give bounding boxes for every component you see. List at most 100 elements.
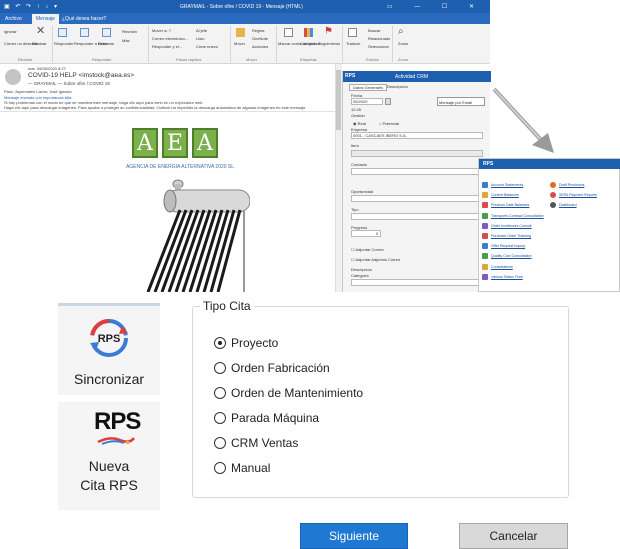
rps-menu-item[interactable]: Dashboard — [559, 203, 577, 207]
new-appointment-label-2: Cita RPS — [80, 477, 138, 493]
ribbon-divider — [276, 26, 277, 62]
crm-contacto-field[interactable] — [351, 168, 483, 175]
quick-access-toolbar[interactable]: ▣ ↶ ↷ ↑ ↓ ▾ — [4, 3, 59, 10]
translate-icon[interactable] — [348, 28, 357, 37]
new-rps-appointment-button[interactable]: RPS Nueva Cita RPS — [58, 402, 160, 510]
rps-menu-item[interactable]: Various Status Flow — [491, 275, 523, 279]
crm-hora-value[interactable]: 12:45 — [351, 107, 361, 112]
crm-categoria-field[interactable] — [351, 279, 483, 286]
crm-attach-email-checkbox[interactable]: ☐ Adjuntar Correo — [351, 247, 384, 252]
rps-menu-item[interactable]: Purchase Order Tracking — [491, 234, 531, 238]
crm-tipo-label: Tipo — [351, 207, 359, 212]
tab-mensaje[interactable]: Mensaje — [32, 14, 59, 24]
crm-tab-description[interactable]: Descripción — [387, 84, 408, 89]
zoom-icon[interactable]: ⌕ — [398, 27, 407, 37]
cancel-button[interactable]: Cancelar — [459, 523, 568, 549]
appointment-type-title: Tipo Cita — [200, 299, 254, 313]
onenote-button[interactable]: OneNote — [252, 36, 268, 41]
radio-unchecked-icon[interactable] — [214, 437, 226, 449]
info-download-images[interactable]: Haga clic aquí para descargar imágenes. … — [4, 105, 334, 110]
translate-button[interactable]: Traducir — [346, 41, 361, 46]
crm-tipo-field[interactable] — [351, 213, 483, 220]
rps-menu-item-icon — [482, 192, 488, 199]
aea-logo: A E A — [132, 128, 220, 160]
rps-menu-item[interactable]: Offer Request Inquiry — [491, 244, 525, 248]
find-button[interactable]: Buscar — [368, 28, 380, 33]
scrollbar-thumb[interactable] — [336, 70, 341, 130]
meeting-button[interactable]: Reunión — [122, 29, 137, 34]
flag-icon[interactable]: ⚑ — [324, 27, 333, 37]
rps-menu-item[interactable]: Consultations — [491, 265, 513, 269]
rps-menu-item[interactable]: Draft Provisions — [559, 183, 584, 187]
quickstep-create-new[interactable]: Crear nuevo — [196, 44, 218, 49]
radio-unchecked-icon[interactable] — [214, 412, 226, 424]
quickstep-done[interactable]: Listo — [196, 36, 204, 41]
radio-unchecked-icon[interactable] — [214, 387, 226, 399]
svg-text:RPS: RPS — [98, 333, 121, 345]
crm-attach-files-checkbox[interactable]: ☐ Adjuntar Adjuntos Correo — [351, 257, 400, 262]
message-to: Para: Jayermales Lazos; José Ignacio — [4, 89, 72, 94]
zoom-button[interactable]: Zoom — [398, 41, 408, 46]
forward-icon[interactable] — [102, 28, 111, 37]
sync-button[interactable]: RPS Sincronizar — [58, 303, 160, 395]
crm-real-radio[interactable]: ◉ Real — [353, 121, 366, 126]
related-button[interactable]: Relacionado — [368, 36, 390, 41]
quickstep-reply-delete[interactable]: Responder y el... — [152, 44, 182, 49]
ribbon-divider — [52, 26, 53, 62]
sender-avatar — [5, 69, 21, 85]
crm-tab-general[interactable]: Datos Generales — [349, 84, 388, 91]
crm-empresa-field[interactable]: 0001 - CASCAES IBERO S.A. — [351, 132, 483, 139]
rps-menu-item-icon — [482, 263, 488, 270]
followup-button[interactable]: Seguimiento — [318, 41, 340, 46]
quickstep-move-to[interactable]: Mover a: ? — [152, 28, 171, 33]
crm-item-field[interactable] — [351, 150, 483, 157]
radio-checked-icon[interactable] — [214, 337, 226, 349]
rps-menu-item-icon — [482, 253, 488, 260]
reply-icon[interactable] — [58, 28, 67, 37]
rules-button[interactable]: Reglas — [252, 28, 264, 33]
crm-oportunidad-label: Oportunidad — [351, 189, 374, 194]
mark-unread-icon[interactable] — [284, 28, 293, 37]
calendar-icon[interactable] — [385, 98, 391, 105]
ribbon-divider — [230, 26, 231, 62]
select-button[interactable]: Seleccionar — [368, 44, 389, 49]
categorize-icon[interactable] — [304, 28, 313, 37]
rps-menu-item[interactable]: Transports Contract Consultation — [491, 214, 544, 218]
rps-menu-header: RPS — [479, 159, 620, 169]
group-label-responder: Responder — [92, 57, 112, 62]
delete-button[interactable]: Eliminar — [32, 41, 46, 46]
crm-progreso-field[interactable]: 0 — [351, 230, 381, 237]
crm-oportunidad-field[interactable] — [351, 195, 483, 202]
radio-unchecked-icon[interactable] — [214, 362, 226, 374]
ignore-button[interactable]: Ignorar — [4, 29, 17, 34]
group-label-eliminar: Eliminar — [18, 57, 33, 62]
tab-archivo[interactable]: Archivo — [5, 16, 22, 22]
forward-button[interactable]: Reenviar — [98, 41, 114, 46]
crm-fecha-field[interactable]: 05/2020 — [351, 98, 383, 105]
more-button[interactable]: Más — [122, 38, 130, 43]
rps-menu-item[interactable]: Account Statements — [491, 183, 523, 187]
next-button[interactable]: Siguiente — [300, 523, 408, 549]
rps-menu-item[interactable]: Quality Cost Consultation — [491, 254, 532, 258]
rps-menu-item[interactable]: Current Balances — [491, 193, 519, 197]
radio-unchecked-icon[interactable] — [214, 462, 226, 474]
quickstep-email[interactable]: Correo electrónico... — [152, 36, 188, 41]
quickstep-to-manager[interactable]: Al jefe — [196, 28, 207, 33]
email-message-button[interactable]: Mensaje por Email — [437, 97, 485, 106]
crm-activity-panel: RPS Actividad CRM Datos Generales Descri… — [342, 71, 491, 292]
reply-button[interactable]: Responder — [54, 41, 74, 46]
crm-potencial-radio[interactable]: ○ Potencial — [379, 121, 399, 126]
move-folder-icon[interactable] — [236, 28, 245, 37]
rps-menu-item[interactable]: Previous Date Balances — [491, 203, 529, 207]
rps-menu-item-icon — [482, 212, 488, 219]
move-button[interactable]: Mover — [234, 41, 245, 46]
rps-menu-item[interactable]: Order Incidences Consult — [491, 224, 532, 228]
rps-menu-item[interactable]: SEPA Payment Reports — [559, 193, 597, 197]
window-controls[interactable]: ▭ — ☐ ✕ — [387, 3, 484, 10]
delete-icon[interactable]: ✕ — [36, 26, 45, 37]
rps-menu-item-icon — [482, 222, 488, 229]
window-title: GRAYMAIL - Sobre ofire / COVID 19 - Mens… — [180, 4, 303, 10]
tab-search[interactable]: ¿Qué desea hacer? — [62, 16, 106, 22]
actions-button[interactable]: Acciones — [252, 44, 268, 49]
reply-all-icon[interactable] — [80, 28, 89, 37]
